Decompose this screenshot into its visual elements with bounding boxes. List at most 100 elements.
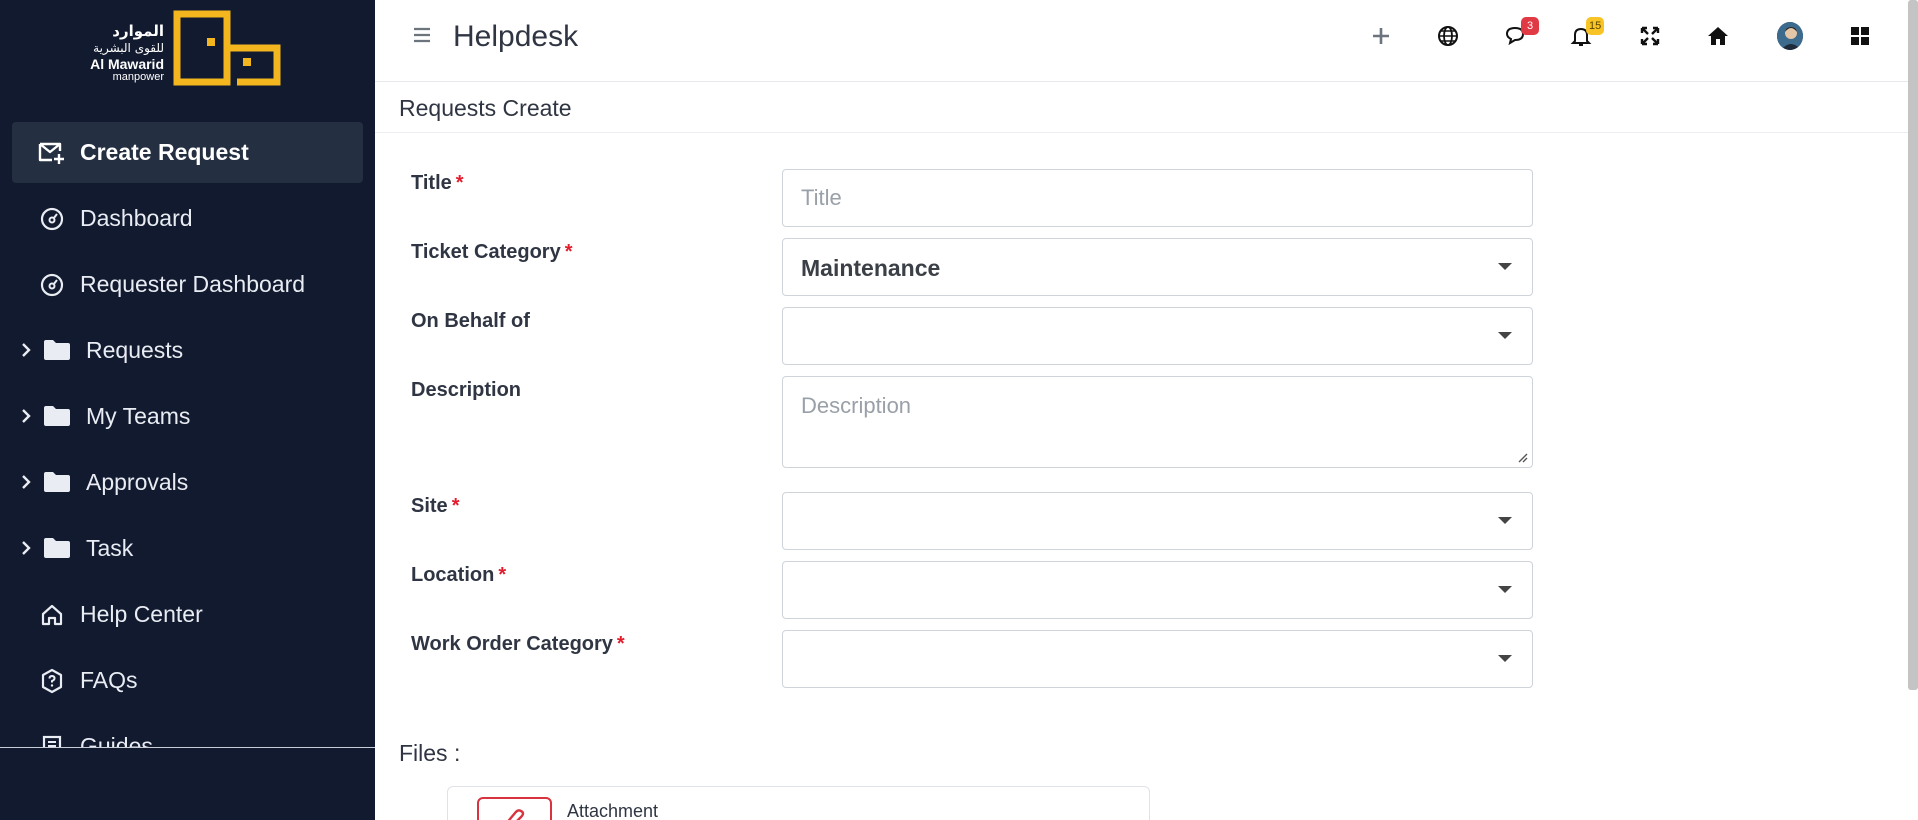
title-label-text: Title [411, 172, 452, 194]
files-heading: Files : [399, 740, 461, 766]
sidebar-item-help-center[interactable]: Help Center [12, 584, 363, 645]
sidebar-item-requester-dashboard[interactable]: Requester Dashboard [12, 254, 363, 315]
logo-english-sub: manpower [112, 71, 164, 83]
chevron-down-icon [1498, 655, 1512, 662]
apps-grid-icon[interactable] [1847, 23, 1873, 49]
folder-icon [42, 534, 72, 562]
attachment-card[interactable]: Attachment [447, 786, 1150, 820]
page-scrollbar[interactable] [1908, 0, 1918, 690]
notifications-badge: 15 [1586, 17, 1605, 35]
attachment-label: Attachment [567, 801, 659, 820]
page-subheader: Requests Create [375, 82, 1918, 133]
on-behalf-of-select[interactable] [782, 307, 1533, 365]
location-select[interactable] [782, 561, 1533, 619]
envelope-plus-icon [38, 139, 66, 167]
book-icon [38, 733, 66, 747]
title-input[interactable] [783, 170, 1532, 226]
chevron-right-icon [16, 472, 36, 492]
home-icon[interactable] [1705, 23, 1731, 49]
logo-mark-icon [173, 10, 281, 86]
sidebar-divider [0, 747, 375, 748]
fullscreen-icon[interactable] [1637, 23, 1663, 49]
chevron-down-icon [1498, 517, 1512, 524]
description-label-text: Description [411, 379, 522, 401]
on-behalf-of-label-text: On Behalf of [411, 310, 530, 332]
chevron-right-icon [16, 340, 36, 360]
sidebar-item-label: My Teams [86, 403, 191, 429]
logo-arabic-sub: للقوى البشرية [93, 41, 164, 55]
logo-text: الموارد للقوى البشرية Al Mawarid manpowe… [78, 24, 164, 83]
sidebar-item-label: FAQs [80, 667, 138, 693]
messages-badge: 3 [1521, 17, 1539, 35]
location-label-text: Location [411, 564, 495, 586]
required-marker: * [498, 564, 507, 586]
ticket-category-label-text: Ticket Category [411, 241, 561, 263]
sidebar-item-label: Guides [80, 733, 153, 747]
chevron-down-icon [1498, 586, 1512, 593]
chevron-down-icon [1498, 332, 1512, 339]
chevron-right-icon [16, 538, 36, 558]
sidebar: الموارد للقوى البشرية Al Mawarid manpowe… [0, 0, 375, 820]
chevron-down-icon [1498, 263, 1512, 270]
sidebar-item-label: Task [86, 535, 134, 561]
logo-arabic-name: الموارد [112, 22, 164, 40]
description-textarea[interactable] [783, 377, 1532, 467]
sidebar-item-approvals[interactable]: Approvals [12, 452, 363, 513]
folder-icon [42, 336, 72, 364]
required-marker: * [455, 172, 464, 194]
sidebar-item-my-teams[interactable]: My Teams [12, 386, 363, 447]
sidebar-item-label: Create Request [80, 139, 249, 165]
sidebar-item-task[interactable]: Task [12, 518, 363, 579]
sidebar-item-create-request[interactable]: Create Request [12, 122, 363, 183]
site-label: Site * [411, 495, 459, 518]
chevron-right-icon [16, 406, 36, 426]
work-order-category-select[interactable] [782, 630, 1533, 688]
globe-icon[interactable] [1435, 23, 1461, 49]
title-label: Title * [411, 172, 464, 195]
sidebar-item-label: Requests [86, 337, 184, 363]
sidebar-nav: Create Request Dashboard Requester Dashb… [0, 122, 375, 747]
app-title: Helpdesk [453, 20, 579, 53]
folder-icon [42, 468, 72, 496]
required-marker: * [616, 633, 625, 655]
gauge-icon [38, 271, 66, 299]
sidebar-item-faqs[interactable]: FAQs [12, 650, 363, 711]
sidebar-item-label: Approvals [86, 469, 189, 495]
sidebar-item-label: Help Center [80, 601, 203, 627]
sidebar-item-dashboard[interactable]: Dashboard [12, 188, 363, 249]
notifications-icon[interactable]: 15 [1568, 17, 1605, 49]
sidebar-item-requests[interactable]: Requests [12, 320, 363, 381]
description-field[interactable] [782, 376, 1533, 468]
messages-icon[interactable]: 3 [1503, 17, 1539, 49]
user-avatar[interactable] [1777, 22, 1803, 50]
on-behalf-of-label: On Behalf of [411, 310, 530, 333]
page-title: Requests Create [399, 95, 572, 121]
ticket-category-select[interactable]: Maintenance [782, 238, 1533, 296]
sidebar-item-label: Dashboard [80, 205, 193, 231]
menu-toggle-icon[interactable] [411, 24, 433, 46]
gauge-icon [38, 205, 66, 233]
folder-icon [42, 402, 72, 430]
title-field[interactable] [782, 169, 1533, 227]
question-shield-icon [38, 667, 66, 695]
work-order-category-label-text: Work Order Category [411, 633, 613, 655]
site-label-text: Site [411, 495, 448, 517]
resize-handle-icon[interactable] [1516, 451, 1528, 463]
avatar-icon [1777, 22, 1803, 50]
required-marker: * [451, 495, 460, 517]
add-icon[interactable] [1368, 23, 1394, 49]
company-logo[interactable]: الموارد للقوى البشرية Al Mawarid manpowe… [78, 10, 288, 90]
required-marker: * [564, 241, 573, 263]
sidebar-item-label: Requester Dashboard [80, 271, 306, 297]
logo-english-name: Al Mawarid [90, 56, 164, 72]
home-icon [38, 601, 66, 629]
top-header: Helpdesk 3 15 [375, 0, 1918, 82]
ticket-category-label: Ticket Category * [411, 241, 572, 264]
ticket-category-value: Maintenance [801, 255, 941, 281]
work-order-category-label: Work Order Category * [411, 633, 625, 656]
sidebar-item-guides[interactable]: Guides [12, 716, 363, 747]
description-label: Description [411, 379, 521, 402]
site-select[interactable] [782, 492, 1533, 550]
paperclip-icon [477, 797, 552, 820]
location-label: Location * [411, 564, 506, 587]
